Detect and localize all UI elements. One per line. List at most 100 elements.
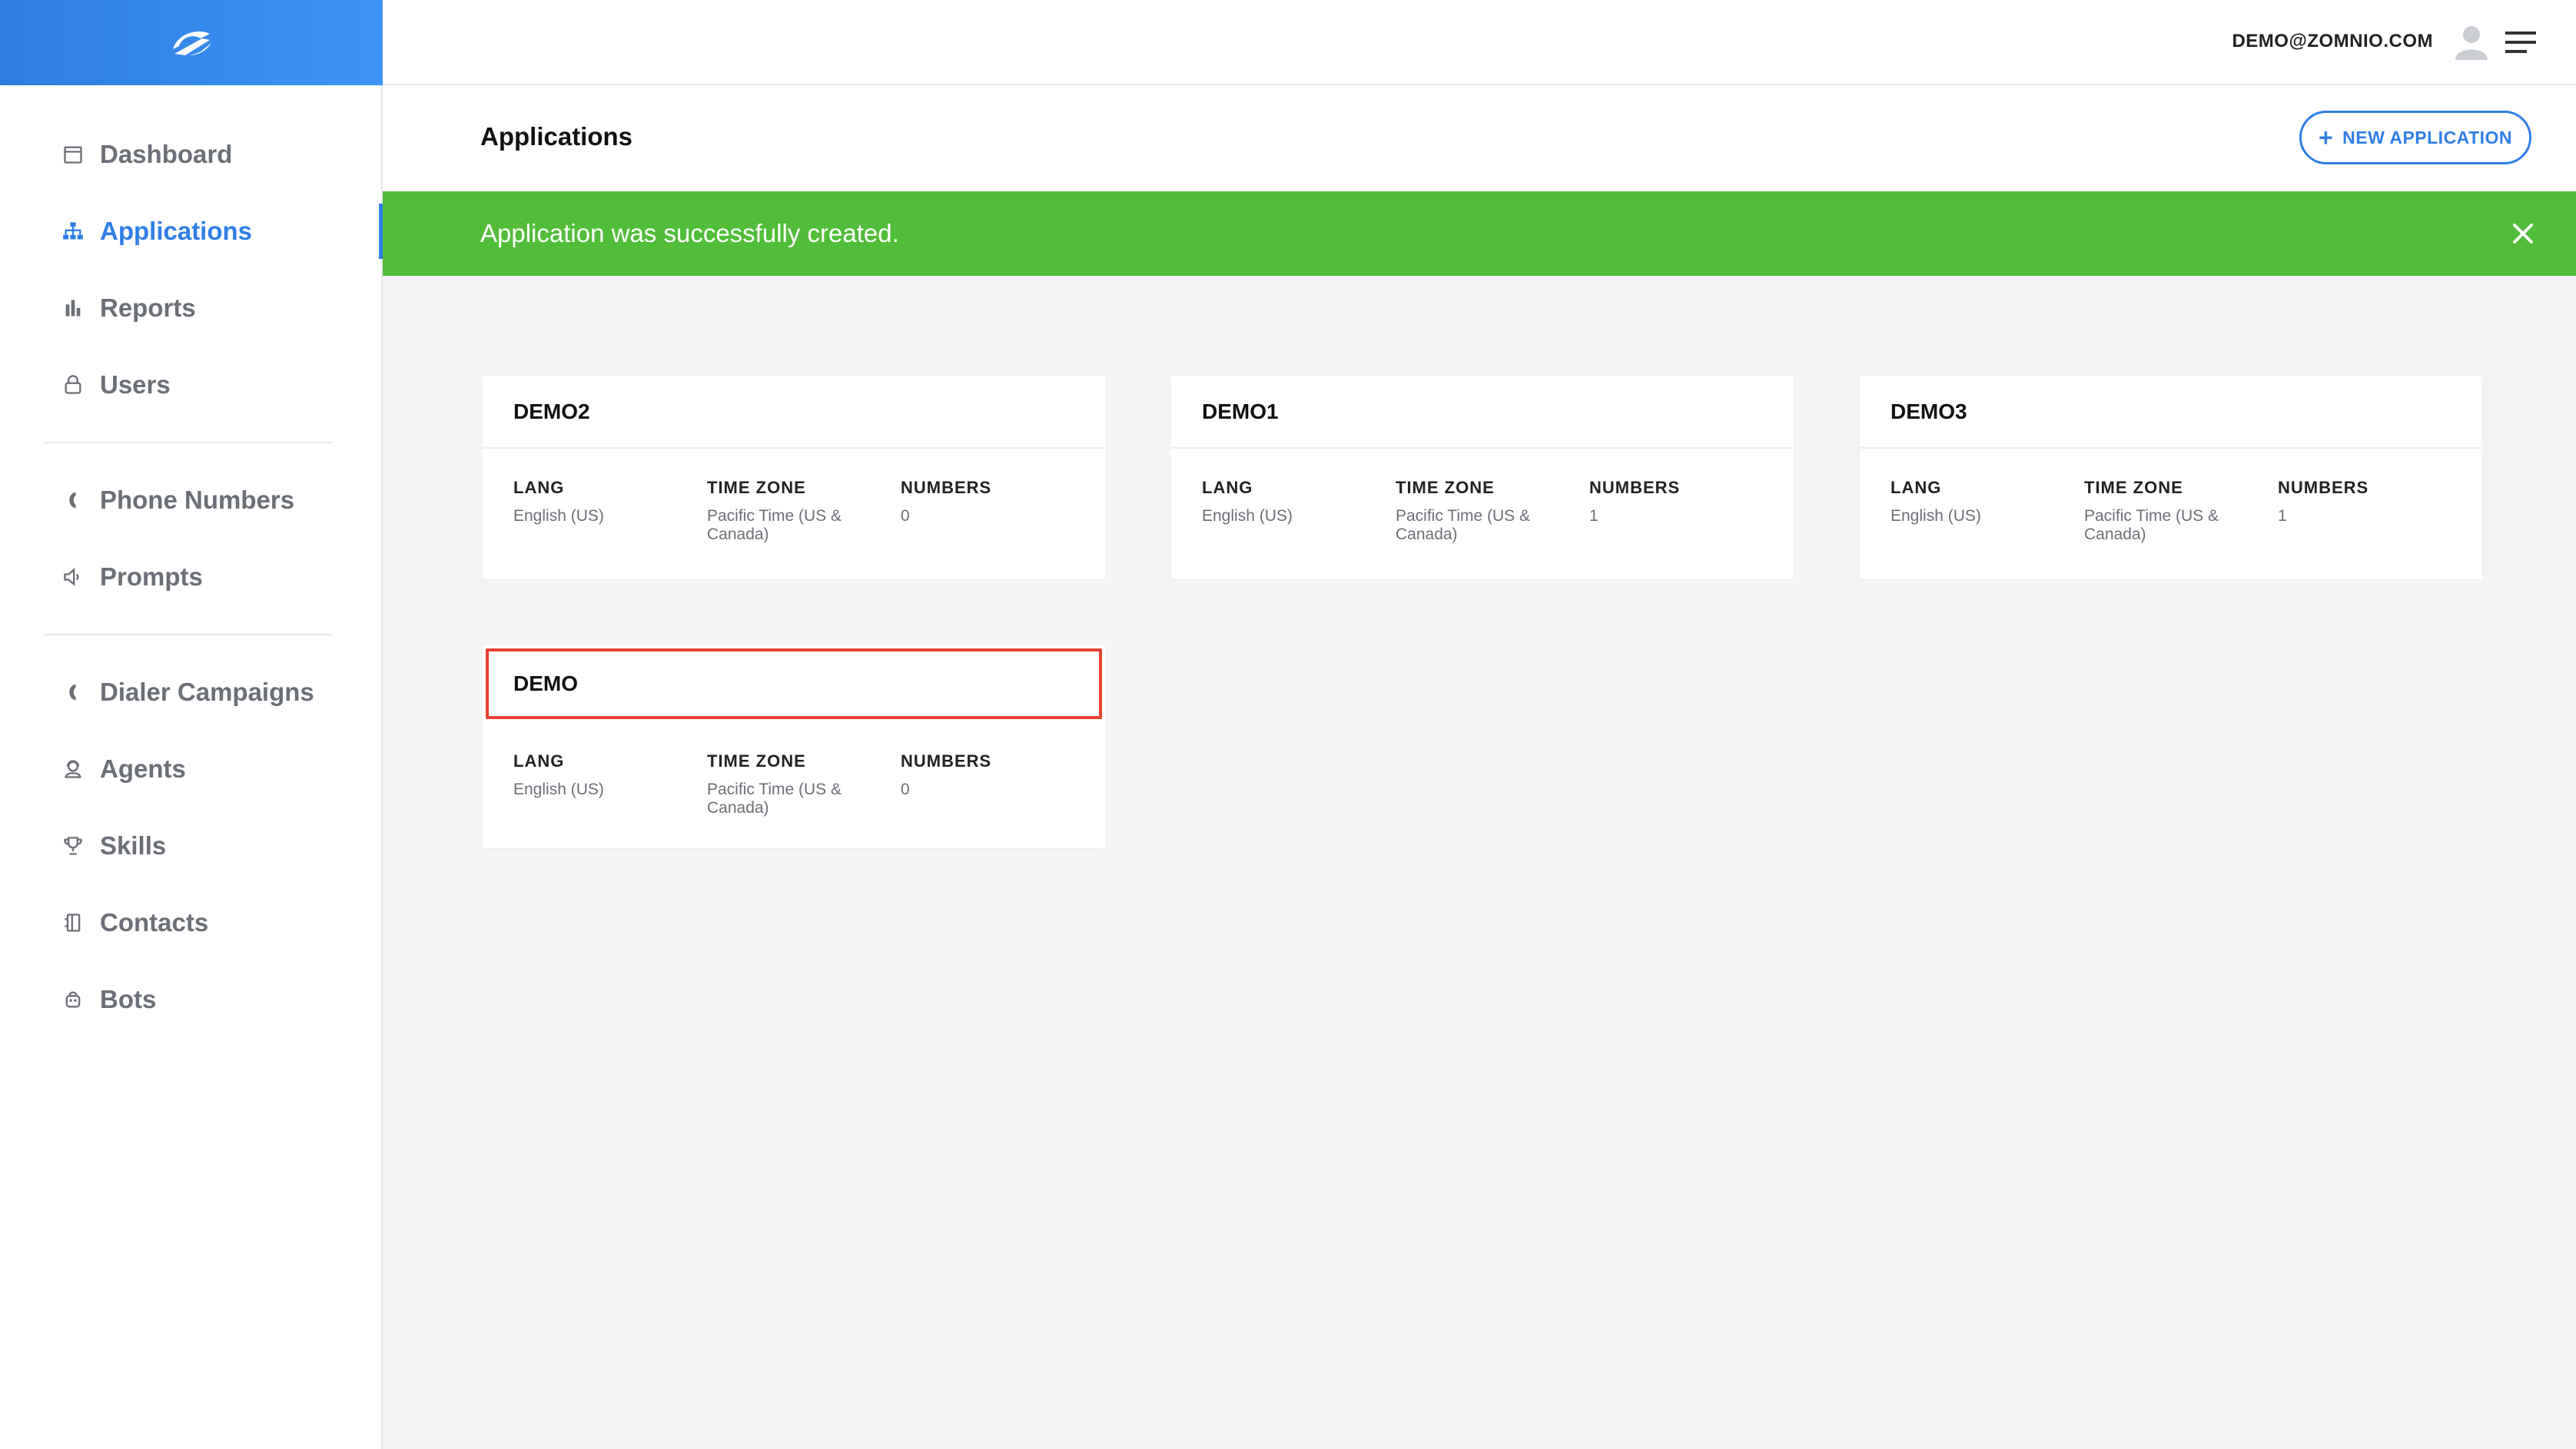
bar-chart-icon — [61, 297, 85, 320]
lang-label: LANG — [1891, 478, 1942, 497]
top-bar: DEMO@ZOMNIO.COM — [383, 0, 2576, 85]
card-body: LANG English (US) TIME ZONE Pacific Time… — [1860, 449, 2482, 544]
application-card-demo3[interactable]: DEMO3 LANG English (US) TIME ZONE Pacifi… — [1860, 376, 2482, 579]
card-title: DEMO — [513, 671, 578, 695]
success-banner: Application was successfully created. — [383, 191, 2576, 276]
lang-value: English (US) — [1202, 507, 1293, 525]
lang-column: LANG English (US) — [513, 751, 707, 817]
timezone-value: Pacific Time (US & Canada) — [1396, 507, 1531, 543]
timezone-label: TIME ZONE — [707, 478, 806, 497]
logo[interactable] — [0, 0, 383, 85]
numbers-label: NUMBERS — [901, 478, 992, 497]
sidebar-item-label: Phone Numbers — [100, 486, 295, 514]
lang-value: English (US) — [513, 781, 604, 798]
new-application-button[interactable]: + NEW APPLICATION — [2299, 111, 2531, 164]
sidebar-item-label: Bots — [100, 985, 157, 1013]
sidebar-item-label: Dialer Campaigns — [100, 678, 314, 706]
avatar-icon[interactable] — [2452, 22, 2491, 61]
card-header-highlighted[interactable]: DEMO — [486, 648, 1102, 719]
card-body: LANG English (US) TIME ZONE Pacific Time… — [483, 722, 1105, 817]
sidebar-item-label: Applications — [100, 217, 253, 245]
page-header: Applications + NEW APPLICATION — [383, 85, 2576, 191]
timezone-column: TIME ZONE Pacific Time (US & Canada) — [2084, 478, 2278, 544]
phone-icon — [61, 489, 85, 512]
timezone-value: Pacific Time (US & Canada) — [2084, 507, 2219, 543]
hamburger-menu-icon[interactable] — [2505, 29, 2536, 55]
timezone-value: Pacific Time (US & Canada) — [707, 507, 842, 543]
sidebar: Dashboard Applications Reports Users Pho… — [0, 0, 383, 1449]
lang-label: LANG — [513, 478, 565, 497]
numbers-column: NUMBERS 0 — [901, 478, 1094, 544]
card-header[interactable]: DEMO3 — [1860, 376, 2482, 449]
numbers-column: NUMBERS 0 — [901, 751, 1094, 817]
timezone-label: TIME ZONE — [1396, 478, 1495, 497]
card-header[interactable]: DEMO1 — [1171, 376, 1794, 449]
sidebar-item-label: Skills — [100, 831, 167, 860]
lang-column: LANG English (US) — [1891, 478, 2084, 544]
lang-label: LANG — [1202, 478, 1253, 497]
application-card-demo1[interactable]: DEMO1 LANG English (US) TIME ZONE Pacifi… — [1171, 376, 1794, 579]
sidebar-item-label: Contacts — [100, 908, 209, 937]
card-body: LANG English (US) TIME ZONE Pacific Time… — [483, 449, 1105, 544]
sidebar-item-bots[interactable]: Bots — [0, 961, 381, 1038]
numbers-column: NUMBERS 1 — [1589, 478, 1783, 544]
numbers-value: 0 — [901, 507, 910, 525]
timezone-label: TIME ZONE — [707, 751, 806, 771]
sidebar-divider — [45, 634, 332, 635]
card-title: DEMO3 — [1891, 400, 1967, 423]
bot-icon — [61, 988, 85, 1011]
timezone-value: Pacific Time (US & Canada) — [707, 781, 842, 817]
app-root: Dashboard Applications Reports Users Pho… — [0, 0, 2576, 1449]
success-message: Application was successfully created. — [480, 219, 899, 247]
close-icon[interactable] — [2510, 220, 2536, 247]
timezone-label: TIME ZONE — [2084, 478, 2183, 497]
sidebar-item-contacts[interactable]: Contacts — [0, 884, 381, 961]
numbers-value: 0 — [901, 781, 910, 798]
user-icon — [61, 373, 85, 396]
calendar-icon — [61, 143, 85, 166]
numbers-label: NUMBERS — [901, 751, 992, 771]
timezone-column: TIME ZONE Pacific Time (US & Canada) — [707, 478, 901, 544]
card-header[interactable]: DEMO2 — [483, 376, 1105, 449]
sidebar-item-agents[interactable]: Agents — [0, 731, 381, 807]
numbers-column: NUMBERS 1 — [2278, 478, 2471, 544]
sidebar-item-dashboard[interactable]: Dashboard — [0, 116, 381, 193]
sidebar-item-reports[interactable]: Reports — [0, 270, 381, 346]
sidebar-divider — [45, 442, 332, 443]
sidebar-nav: Dashboard Applications Reports Users Pho… — [0, 85, 383, 1038]
sidebar-item-label: Dashboard — [100, 140, 233, 168]
sidebar-item-label: Reports — [100, 293, 196, 322]
application-card-demo[interactable]: DEMO LANG English (US) TIME ZONE Pacific… — [483, 645, 1105, 848]
sitemap-icon — [61, 220, 85, 243]
sidebar-item-label: Prompts — [100, 562, 203, 591]
phone-icon — [61, 681, 85, 704]
address-book-icon — [61, 911, 85, 934]
agent-icon — [61, 758, 85, 781]
card-title: DEMO1 — [1202, 400, 1279, 423]
timezone-column: TIME ZONE Pacific Time (US & Canada) — [707, 751, 901, 817]
new-application-label: NEW APPLICATION — [2342, 127, 2513, 148]
sidebar-item-phone-numbers[interactable]: Phone Numbers — [0, 462, 381, 539]
numbers-value: 1 — [2278, 507, 2287, 525]
lang-label: LANG — [513, 751, 565, 771]
sidebar-item-applications[interactable]: Applications — [0, 193, 383, 270]
lang-column: LANG English (US) — [513, 478, 707, 544]
application-card-demo2[interactable]: DEMO2 LANG English (US) TIME ZONE Pacifi… — [483, 376, 1105, 579]
page-title: Applications — [480, 122, 633, 151]
sidebar-item-prompts[interactable]: Prompts — [0, 539, 381, 615]
sidebar-item-dialer-campaigns[interactable]: Dialer Campaigns — [0, 654, 381, 731]
user-email[interactable]: DEMO@ZOMNIO.COM — [2232, 31, 2433, 52]
card-body: LANG English (US) TIME ZONE Pacific Time… — [1171, 449, 1794, 544]
timezone-column: TIME ZONE Pacific Time (US & Canada) — [1396, 478, 1589, 544]
card-title: DEMO2 — [513, 400, 590, 423]
sidebar-item-skills[interactable]: Skills — [0, 807, 381, 884]
sidebar-item-users[interactable]: Users — [0, 346, 381, 423]
sidebar-item-label: Agents — [100, 754, 186, 783]
trophy-icon — [61, 834, 85, 857]
sidebar-item-label: Users — [100, 370, 171, 399]
speaker-icon — [61, 565, 85, 589]
lang-value: English (US) — [513, 507, 604, 525]
lang-value: English (US) — [1891, 507, 1981, 525]
numbers-label: NUMBERS — [1589, 478, 1681, 497]
numbers-label: NUMBERS — [2278, 478, 2369, 497]
